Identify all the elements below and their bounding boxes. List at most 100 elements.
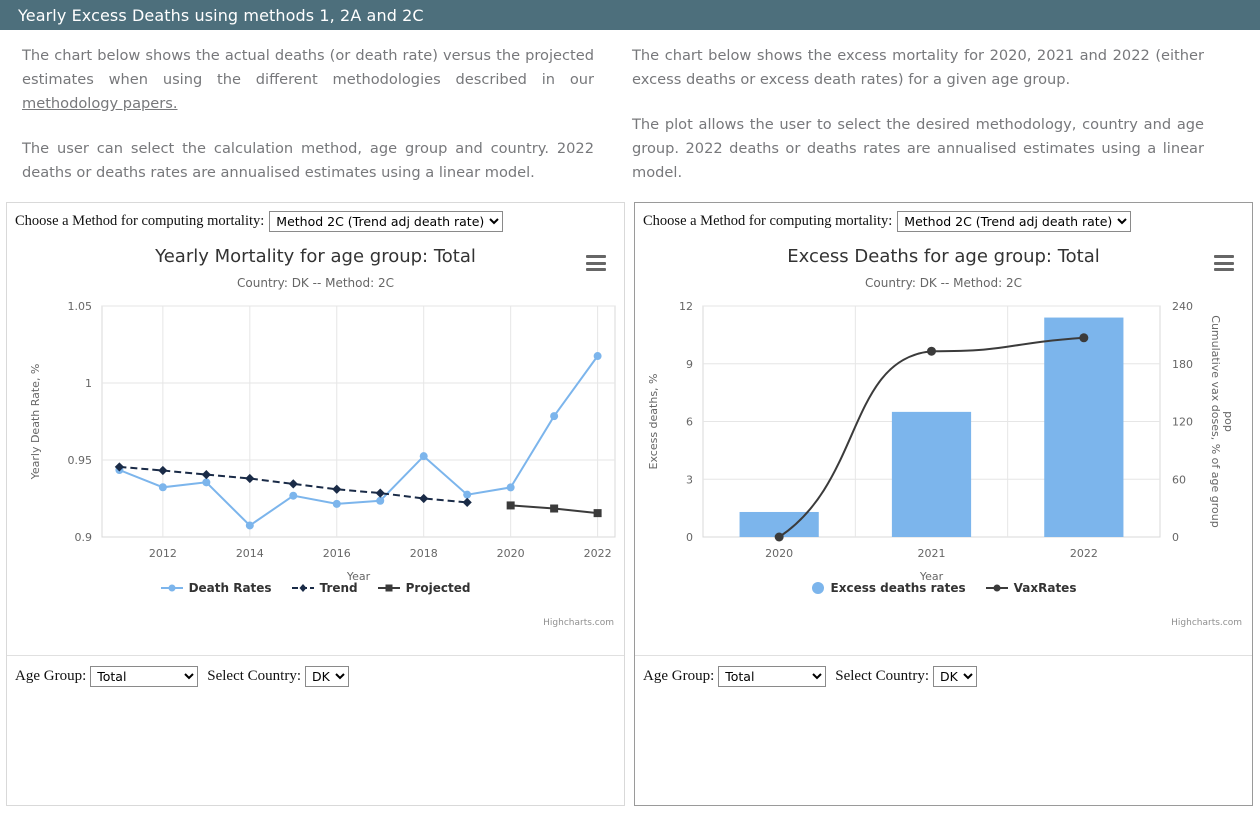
data-point [288, 479, 298, 489]
right-chart-legend: Excess deaths rates VaxRates [635, 581, 1252, 595]
y2-tick-label: 120 [1172, 416, 1193, 429]
x-tick-label: 2022 [1070, 547, 1098, 560]
legend-marker-excess-deaths-rates [811, 582, 824, 594]
hamburger-bar-2 [586, 261, 606, 265]
y-tick-label: 12 [679, 300, 693, 313]
data-point [593, 352, 602, 361]
right-plot-svg: 0369120601201802402020 2021 2022YearExcess… [647, 300, 1235, 580]
data-point [289, 491, 298, 500]
bar-column [1044, 317, 1124, 537]
data-point [506, 501, 515, 510]
left-bottom-controls: Age Group: Total Select Country: DK [7, 655, 624, 687]
hamburger-bar-1 [1214, 255, 1234, 258]
hamburger-bar-2 [1214, 261, 1234, 265]
legend-label-vaxrates: VaxRates [1013, 581, 1077, 595]
left-method-label: Choose a Method for computing mortality: [15, 213, 265, 229]
data-point [158, 483, 167, 492]
x-tick-label: 2020 [497, 547, 525, 560]
left-method-select[interactable]: Method 2C (Trend adj death rate) [269, 211, 504, 232]
legend-item-trend[interactable]: Trend [291, 581, 358, 595]
left-age-group-label: Age Group: [15, 668, 87, 684]
right-age-group-select[interactable]: Total [718, 666, 827, 687]
x-axis-title: Year [346, 570, 371, 580]
y2-tick-label: 60 [1172, 473, 1186, 486]
data-point [332, 499, 341, 508]
data-point [774, 532, 784, 542]
legend-label-excess-deaths-rates: Excess deaths rates [830, 581, 966, 595]
legend-item-projected[interactable]: Projected [377, 581, 471, 595]
left-country-select[interactable]: DK [305, 666, 349, 687]
data-point [201, 470, 211, 480]
left-chart-subtitle: Country: DK -- Method: 2C [237, 276, 394, 290]
y-tick-label: 0 [686, 531, 693, 544]
data-point [332, 484, 342, 494]
methodology-papers-link[interactable]: methodology papers. [22, 95, 178, 112]
x-tick-label: 2020 [765, 547, 793, 560]
data-point [506, 483, 515, 492]
x-tick-label: 2022 [584, 547, 612, 560]
yearly-mortality-chart: Yearly Mortality for age group: Total Co… [7, 246, 624, 646]
data-point [245, 473, 255, 484]
y-axis-title: Excess deaths, % [647, 374, 660, 470]
intro-section: The chart below shows the actual deaths … [0, 30, 1260, 202]
right-bottom-controls: Age Group: Total Select Country: DK [635, 655, 1252, 687]
right-plot-area: 0 3 6 9 12 0 60 120 180 240 2020 2021 2022 Year Excess… [635, 290, 1252, 580]
left-plot-area: 0.9 0.95 1 1.05 2012 2014 2016 2018 2020 2022 Year… [7, 290, 624, 580]
x-axis-title: Year [919, 570, 944, 580]
data-point [376, 496, 385, 505]
hamburger-icon[interactable] [1214, 255, 1234, 271]
x-tick-label: 2021 [918, 547, 946, 560]
left-chart-credits[interactable]: Highcharts.com [543, 618, 614, 628]
right-chart-subtitle: Country: DK -- Method: 2C [865, 276, 1022, 290]
intro-column-right: The chart below shows the excess mortali… [618, 44, 1218, 196]
hamburger-bar-3 [1214, 268, 1234, 271]
hamburger-bar-3 [586, 268, 606, 271]
data-point [550, 412, 559, 421]
y-tick-label: 0.9 [75, 531, 93, 544]
right-chart-credits[interactable]: Highcharts.com [1171, 618, 1242, 628]
excess-deaths-chart: Excess Deaths for age group: Total Count… [635, 246, 1252, 646]
intro-column-left: The chart below shows the actual deaths … [8, 44, 608, 196]
right-chart-title: Excess Deaths for age group: Total [787, 246, 1100, 267]
legend-item-death-rates[interactable]: Death Rates [160, 581, 272, 595]
data-point [463, 490, 472, 499]
data-point [927, 346, 936, 356]
app-title: Yearly Excess Deaths using methods 1, 2A… [18, 5, 424, 25]
y-tick-label: 1.05 [68, 300, 93, 313]
intro-left-p1-text: The chart below shows the actual deaths … [22, 47, 594, 88]
y-axis-title: Yearly Death Rate, % [29, 364, 42, 481]
intro-right-paragraph-1: The chart below shows the excess mortali… [632, 47, 1204, 88]
right-method-select[interactable]: Method 2C (Trend adj death rate) [897, 211, 1132, 232]
legend-item-excess-deaths-rates[interactable]: Excess deaths rates [811, 581, 966, 595]
app-header-bar: Yearly Excess Deaths using methods 1, 2A… [0, 0, 1260, 30]
y2-axis-title: Cumulative vax doses, % of age group [1209, 315, 1222, 527]
y2-axis-title: pop [1222, 411, 1235, 432]
right-country-select[interactable]: DK [933, 666, 977, 687]
right-method-label: Choose a Method for computing mortality: [643, 213, 893, 229]
intro-left-paragraph-1: The chart below shows the actual deaths … [22, 44, 594, 116]
legend-label-projected: Projected [405, 581, 471, 595]
left-method-control-row: Choose a Method for computing mortality:… [7, 203, 624, 238]
x-tick-label: 2014 [236, 547, 264, 560]
bar-column [891, 411, 972, 537]
legend-marker-projected [377, 584, 400, 592]
hamburger-icon[interactable] [586, 255, 606, 271]
y2-tick-label: 240 [1172, 300, 1193, 313]
y-tick-label: 6 [686, 416, 693, 429]
y2-tick-label: 180 [1172, 358, 1193, 371]
series-line-0 [119, 355, 599, 527]
left-chart-panel: Choose a Method for computing mortality:… [6, 202, 625, 806]
legend-item-vaxrates[interactable]: VaxRates [985, 581, 1077, 595]
left-chart-title: Yearly Mortality for age group: Total [155, 246, 476, 267]
data-point [158, 465, 168, 476]
legend-marker-death-rates [160, 584, 183, 592]
right-chart-panel: Choose a Method for computing mortality:… [634, 202, 1253, 806]
data-point [593, 509, 602, 518]
left-age-group-select[interactable]: Total [90, 666, 199, 687]
data-point [419, 493, 429, 504]
left-country-label: Select Country: [207, 668, 301, 684]
legend-label-trend: Trend [319, 581, 358, 595]
data-point [550, 504, 559, 513]
panels-container: Choose a Method for computing mortality:… [0, 202, 1260, 806]
data-point [419, 452, 428, 461]
